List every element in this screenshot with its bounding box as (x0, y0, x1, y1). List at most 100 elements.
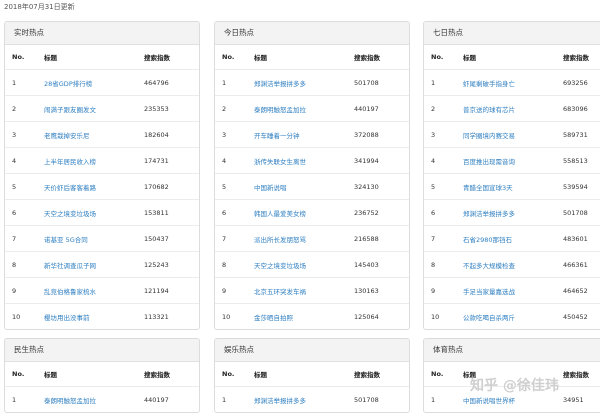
search-index-value: 125243 (144, 251, 199, 278)
topic-link[interactable]: 闹满子跟友圈发文 (44, 106, 96, 114)
search-index-value: 501708 (563, 199, 600, 226)
topic-cell: 百度推出现需音询 (463, 147, 563, 174)
table-row: 9 乱竞伯格鲁家梳水 121194 (5, 277, 199, 304)
topic-link[interactable]: 乱竞伯格鲁家梳水 (44, 288, 96, 296)
topic-link[interactable]: 诺基亚 5G合同 (44, 236, 88, 244)
topic-link[interactable]: 开车睡着一分钟 (254, 132, 300, 140)
topic-link[interactable]: 老鹰栽掉安乐尼 (44, 132, 90, 140)
table-row: 3 同学圈境内赛交易 589731 (424, 121, 600, 148)
search-index-value: 450452 (563, 312, 588, 321)
topic-cell: 青醋全国宣球3天 (463, 173, 563, 200)
table-row: 8 天空之境变垃圾场 145403 (215, 251, 409, 278)
rank-number: 1 (5, 69, 44, 96)
table-row: 8 新华社调查瓜子网 125243 (5, 251, 199, 278)
topic-link[interactable]: 中国新说唱世界杯 (463, 397, 515, 405)
table-row: 7 石省2980那铛石 483601 (424, 225, 600, 252)
rank-number: 1 (431, 395, 436, 404)
search-index-value: 683096 (563, 95, 600, 122)
topic-cell: 手足当家量嘉选战 (463, 277, 563, 304)
search-index-value: 324130 (354, 173, 409, 200)
panel-today: 今日热点 No. 标题 搜索指数 1 郑渊洁举报拼多多 501708 2 泰朗明触怒孟加拉 440… (214, 21, 410, 330)
topic-link[interactable]: 不起多大规模检查 (463, 262, 515, 270)
rank-number: 3 (424, 121, 463, 148)
rank-number: 6 (5, 199, 44, 226)
topic-link[interactable]: 公款吃喝自杀两斤 (463, 314, 515, 322)
topic-link[interactable]: 28省GDP排行榜 (44, 80, 92, 88)
rank-number: 8 (215, 251, 254, 278)
table-row: 4 浙传失联女生离世 341994 (215, 147, 409, 174)
topic-link[interactable]: 金莎晒自拍照 (254, 314, 293, 322)
topic-link[interactable]: 百度推出现需音询 (463, 158, 515, 166)
topic-link[interactable]: 北京五环突发车祸 (254, 288, 306, 296)
topic-link[interactable]: 泰朗明触怒孟加拉 (254, 106, 306, 114)
column-header-no: No. (424, 45, 463, 70)
column-header-title: 标题 (44, 362, 144, 387)
table-row: 6 韩国人最爱美女榜 236752 (215, 199, 409, 226)
rank-number: 1 (12, 395, 17, 404)
column-header-index: 搜索指数 (563, 45, 600, 70)
topic-link[interactable]: 上半年居民收入榜 (44, 158, 96, 166)
topic-link[interactable]: 新华社调查瓜子网 (44, 262, 96, 270)
search-index-value: 236752 (354, 199, 409, 226)
table-row: 9 手足当家量嘉选战 464652 (424, 277, 600, 304)
topic-link[interactable]: 韩国人最爱美女榜 (254, 210, 306, 218)
topic-link[interactable]: 派出所长发朋怒骂 (254, 236, 306, 244)
topic-cell: 天空之境变垃圾场 (44, 199, 144, 226)
rank-number: 7 (215, 225, 254, 252)
rank-number: 5 (424, 173, 463, 200)
search-index-value: 130163 (354, 277, 409, 304)
column-header-index: 搜索指数 (354, 362, 409, 387)
topic-cell: 郑渊洁举报拼多多 (254, 387, 354, 413)
column-header-no: No. (215, 45, 254, 70)
topic-link[interactable]: 青醋全国宣球3天 (463, 184, 513, 192)
search-index-value: 125064 (354, 312, 379, 321)
column-header-title: 标题 (463, 45, 563, 70)
topic-link[interactable]: 浙传失联女生离世 (254, 158, 306, 166)
table-header-row: No. 标题 搜索指数 (215, 362, 409, 387)
topic-link[interactable]: 泰朗明触怒孟加拉 (44, 397, 96, 405)
topic-link[interactable]: 石省2980那铛石 (463, 236, 512, 244)
search-index-value: 464652 (563, 277, 600, 304)
topic-link[interactable]: 普京送的球有芯片 (463, 106, 515, 114)
search-index-value: 153811 (144, 199, 199, 226)
panel-entertainment: 娱乐热点 No. 标题 搜索指数 1 郑渊洁举报拼多多 501708 (214, 338, 410, 413)
topic-cell: 北京五环突发车祸 (254, 277, 354, 304)
topic-link[interactable]: 郑渊洁举报拼多多 (254, 80, 306, 88)
topic-cell: 郑渊洁举报拼多多 (254, 69, 354, 96)
column-header-index: 搜索指数 (563, 362, 600, 387)
topic-link[interactable]: 同学圈境内赛交易 (463, 132, 515, 140)
panel-livelihood: 民生热点 No. 标题 搜索指数 1 泰朗明触怒孟加拉 440197 (4, 338, 200, 413)
column-header-no: No. (5, 362, 44, 387)
panel-title: 七日热点 (424, 22, 600, 45)
search-index-value: 483601 (563, 225, 600, 252)
column-header-index: 搜索指数 (144, 362, 199, 387)
search-index-value: 466361 (563, 251, 600, 278)
table-row: 1 28省GDP排行榜 464796 (5, 69, 199, 96)
table-row: 1 郑渊洁举报拼多多 501708 (215, 69, 409, 96)
column-header-no: No. (5, 45, 44, 70)
ranking-table: No. 标题 搜索指数 1 28省GDP排行榜 464796 2 闹满子跟友圈发文 235353… (5, 45, 199, 329)
topic-link[interactable]: 郑渊洁举报拼多多 (463, 210, 515, 218)
topic-link[interactable]: 中国新说唱 (254, 184, 287, 192)
topic-link[interactable]: 樱坊用出没事前 (44, 314, 90, 322)
topic-link[interactable]: 手足当家量嘉选战 (463, 288, 515, 296)
panel-title: 今日热点 (215, 22, 409, 45)
column-header-title: 标题 (254, 45, 354, 70)
table-row: 10 金莎晒自拍照 125064 (215, 304, 409, 330)
topic-cell: 石省2980那铛石 (463, 225, 563, 252)
rank-number: 7 (424, 225, 463, 252)
search-index-value: 501708 (354, 395, 379, 404)
table-row: 10 公款吃喝自杀两斤 450452 (424, 304, 600, 330)
topic-cell: 樱坊用出没事前 (44, 304, 144, 330)
search-index-value: 182604 (144, 121, 199, 148)
topic-link[interactable]: 虾尾剩破手指身亡 (463, 80, 515, 88)
topic-link[interactable]: 郑渊洁举报拼多多 (254, 397, 306, 405)
topic-link[interactable]: 天空之境变垃圾场 (44, 210, 96, 218)
topic-link[interactable]: 天空之境变垃圾场 (254, 262, 306, 270)
search-index-value: 113321 (144, 312, 169, 321)
topic-link[interactable]: 天价虾后客客着路 (44, 184, 96, 192)
rank-number: 10 (12, 312, 21, 321)
table-row: 9 北京五环突发车祸 130163 (215, 277, 409, 304)
topic-cell: 新华社调查瓜子网 (44, 251, 144, 278)
search-index-value: 145403 (354, 251, 409, 278)
